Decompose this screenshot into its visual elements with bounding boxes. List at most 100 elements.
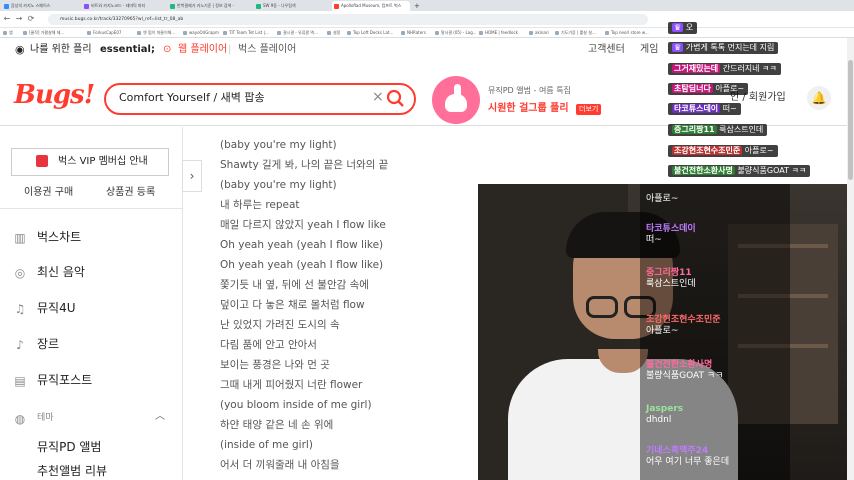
bookmark-item[interactable]: Top Loft Decks Lat... [346,28,393,37]
vip-banner-label: 벅스 VIP 멤버십 안내 [58,156,148,167]
chevron-up-icon[interactable]: ︿ [155,410,165,424]
back-icon[interactable]: ← [2,14,12,24]
customer-center-link[interactable]: 고객센터 [588,44,625,56]
bugs-logo[interactable]: Bugs! [14,80,95,110]
register-voucher-link[interactable]: 상품권 등록 [106,187,155,199]
chat-message: 타코튜스데이 떠~ [646,224,696,245]
guitar-icon: ♪ [16,338,24,352]
chat-message: 조강현조현수조민준 아플로~ [646,315,721,336]
web-player-icon: ⊙ [163,44,172,55]
overlay-chat-message: ♛ 오 [668,22,698,34]
lyric-line: (inside of me girl) [220,439,313,451]
web-player-link[interactable]: 웹 플레이어 [178,44,227,56]
lyric-line: 매일 다르지 않았지 yeah I flow like [220,219,386,231]
new-tab-button[interactable]: + [412,1,422,11]
notification-bell-icon[interactable]: 🔔 [807,86,831,110]
overlay-chat-message: 불건전한소환사명 불량식품GOAT ㅋㅋ [668,165,811,177]
sidebar-item-music-post[interactable]: ▤ 뮤직포스트 [12,372,92,388]
sidebar-item-chart[interactable]: ▥ 벅스차트 [12,229,81,245]
chat-message: Jaspers dhdnl [646,404,684,425]
browser-tab[interactable]: 음성의 카지노 스페이스 [2,1,80,11]
bookmark-item[interactable]: [쿨작] 가평살해 제... [22,28,64,37]
new-music-icon: ◎ [14,266,26,280]
lyrics-panel: (baby you're my light) Shawty 길게 봐, 나의 끝… [220,136,480,480]
lyric-line: Oh yeah yeah (yeah I flow like) [220,239,384,251]
promo-more-button[interactable]: 더보기 [576,104,602,115]
search-query[interactable]: Comfort Yourself / 새벽 팝송 [119,90,265,106]
promo-thumbnail[interactable] [432,76,480,124]
sidebar-item-recommend-review[interactable]: 추천앨범 리뷰 [37,463,107,479]
divider [0,208,183,209]
buy-ticket-link[interactable]: 이용권 구매 [24,187,73,199]
bookmark-item[interactable]: wayoO4Grapm [182,28,219,37]
overlay-chat-message: 그거재밌는데 간드러지네 ㅋㅋ [668,63,781,75]
bookmark-item[interactable]: ForkusCapE07 [86,28,121,37]
browser-tab-active[interactable]: Apolloflad Museum, 컴프트 벅스 [332,1,410,11]
sidebar-item-musicpd-album[interactable]: 뮤직PD 앨범 [37,439,101,455]
bookmark-item[interactable]: 설정 [326,28,340,37]
bookmark-item[interactable]: TIT Team Tet List |... [222,28,269,37]
tab-favicon-icon [4,4,9,9]
forward-icon[interactable]: → [14,14,24,24]
tab-favicon-icon [84,4,89,9]
lyric-line: (baby you're my light) [220,139,337,151]
lyric-line: 난 있었지 가려진 도시의 속 [220,319,340,331]
browser-tab[interactable]: SW 9동 - 나우탐색 [254,1,330,11]
lyric-line: 내 하루는 repeat [220,199,300,211]
bookmark-item[interactable]: akinari [528,28,549,37]
chat-message: 기네스흑맥주24 어우 여기 너무 좋은데 [646,446,730,467]
bookmark-item[interactable]: Top neorl store w... [604,28,649,37]
sidebar-toggle-chevron-icon[interactable]: › [182,160,202,192]
chat-message: 아플로~ [646,194,679,204]
lyric-line: 다림 품에 안고 안아서 [220,339,317,351]
lyric-line: (baby you're my light) [220,179,337,191]
overlay-chat-message: 중그리짱11 룩삼스트인데 [668,124,768,136]
lyric-line: Shawty 길게 봐, 나의 끝은 너와의 끝 [220,159,389,171]
essential-link[interactable]: essential; [100,44,155,56]
browser-tab-strip: 음성의 카지노 스페이스 비트와 카지노코드 - 테마틱 파티 반복결제가 카노… [0,0,854,11]
lyric-line: 쫓기듯 내 옆, 뒤에 선 불안감 속에 [220,279,369,291]
lyric-line: (you bloom inside of me girl) [220,399,372,411]
chat-message: 중그리짱11 룩삼스트인데 [646,268,696,289]
clear-search-icon[interactable]: × [372,88,384,106]
bookmarks-bar: 앱 [쿨작] 가평살해 제... ForkusCapE07 옛 펌이 마물이해.… [0,28,854,38]
lyric-line: 덮이고 다 놓은 채로 몰처럼 flow [220,299,365,311]
sidebar-item-new-music[interactable]: ◎ 최신 음악 [12,264,85,280]
tab-favicon-icon [170,4,175,9]
theme-icon: ◍ [14,412,26,426]
browser-tab[interactable]: 반복결제가 카노기준 | 정보 검색 - [168,1,252,11]
url-input[interactable]: music.bugs.co.kr/track/33270965?wl_ref=l… [48,14,648,25]
search-icon[interactable] [386,89,404,109]
sidebar-theme-header[interactable]: ◍ 테마 [12,410,54,426]
vip-badge-icon [36,155,48,167]
bugs-player-link[interactable]: 벅스 플레이어 [238,44,296,56]
lyric-line: 그때 내게 피어줬지 너란 flower [220,379,363,391]
tab-favicon-icon [334,4,339,9]
promo-subtitle: 뮤직PD 앨범 - 여름 특집 [488,86,571,95]
overlay-chat-message: 초탐딤너다 아플로~ [668,83,749,95]
bookmark-item[interactable]: NHRaters [400,28,426,37]
scrollbar-thumb[interactable] [848,60,853,180]
promo-title[interactable]: 시원한 걸그룹 플리 [488,102,569,116]
chat-message: 불건전한소환사명 불량식품GOAT ㅋㅋ [646,360,724,381]
play-circle-icon[interactable]: ◉ [15,44,25,56]
tab-favicon-icon [256,4,261,9]
game-link[interactable]: 게임 [640,44,658,56]
bookmark-item[interactable]: 탈사결 (05) - Lag... [434,28,477,37]
bookmark-item[interactable]: 옛 펌이 마물이해... [136,28,175,37]
bookmark-item[interactable]: HOME | feedlock [478,28,518,37]
lyric-line: 보이는 풍경은 나와 먼 곳 [220,359,330,371]
reload-icon[interactable]: ⟳ [26,14,36,24]
music-note-icon: ♫ [14,302,26,316]
lyric-line: Oh yeah yeah (yeah I flow like) [220,259,384,271]
bookmark-item[interactable]: 기도기증 | 롤살 설... [554,28,596,37]
for-me-playlist-link[interactable]: 나를 위한 플리 [30,44,92,56]
browser-tab[interactable]: 비트와 카지노코드 - 테마틱 파티 [82,1,166,11]
sidebar-item-music4u[interactable]: ♫ 뮤직4U [12,300,76,316]
chart-icon: ▥ [14,231,26,245]
bookmark-item[interactable]: 결시결 - 유류팔 엑... [276,28,318,37]
overlay-chat-message: 타코튜스데이 떠~ [668,103,741,115]
overlay-chat-message: 조강현조현수조민준 아플로~ [668,145,778,157]
bookmark-item[interactable]: 앱 [2,28,13,37]
sidebar-item-genre[interactable]: ♪ 장르 [12,336,59,352]
